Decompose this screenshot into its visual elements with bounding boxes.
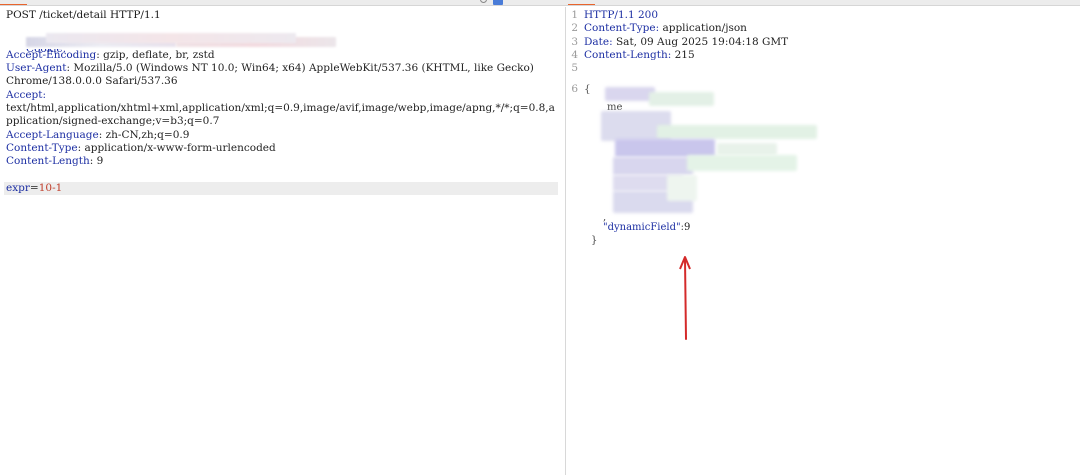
options-icon[interactable] — [493, 0, 503, 5]
tab-hex-response[interactable] — [621, 0, 648, 5]
request-editor[interactable]: POST /ticket/detail HTTP/1.1 Cookie: Acc… — [0, 7, 566, 475]
request-body: expr=10-1 — [4, 181, 558, 196]
request-tabs — [0, 0, 107, 5]
accept-value-continuation: pplication/signed-exchange;v=b3;q=0.7 — [6, 115, 220, 128]
header-line: User-Agent: Mozilla/5.0 (Windows NT 10.0… — [6, 62, 534, 75]
tab-hex-request[interactable] — [53, 0, 80, 5]
cookie-key: Cookie: — [26, 48, 67, 55]
header-line: Content-Type: application/x-www-form-url… — [6, 141, 276, 154]
request-line: POST /ticket/detail HTTP/1.1 — [6, 9, 161, 21]
param-name: expr — [6, 181, 30, 194]
accept-key: Accept: — [6, 88, 47, 101]
header-continuation: Chrome/138.0.0.0 Safari/537.36 — [6, 75, 178, 88]
tab-pretty-request[interactable] — [0, 0, 27, 5]
annotation-arrow-icon — [679, 256, 691, 340]
response-tabs — [568, 0, 675, 5]
param-value: 10-1 — [38, 181, 63, 194]
header-line: Accept-Encoding: gzip, deflate, br, zstd — [6, 48, 215, 61]
tab-strip — [0, 0, 1080, 6]
cookie-line: Cookie: — [6, 32, 558, 54]
request-text: POST /ticket/detail HTTP/1.1 Cookie: Acc… — [4, 9, 558, 196]
editor-toolbar — [480, 0, 503, 5]
header-line: Content-Length: 9 — [6, 155, 104, 168]
tab-raw-request[interactable] — [27, 0, 54, 5]
header-line: Accept-Language: zh-CN,zh;q=0.9 — [6, 128, 190, 141]
tab-pretty-response[interactable] — [568, 0, 595, 5]
search-icon[interactable] — [480, 0, 487, 3]
tab-render-request[interactable] — [80, 0, 107, 5]
response-editor[interactable]: 1 HTTP/1.1 200 2 Content-Type: application… — [567, 7, 1080, 475]
tab-render-response[interactable] — [648, 0, 675, 5]
tab-raw-response[interactable] — [595, 0, 622, 5]
accept-value: text/html,application/xhtml+xml,applicat… — [6, 102, 555, 115]
